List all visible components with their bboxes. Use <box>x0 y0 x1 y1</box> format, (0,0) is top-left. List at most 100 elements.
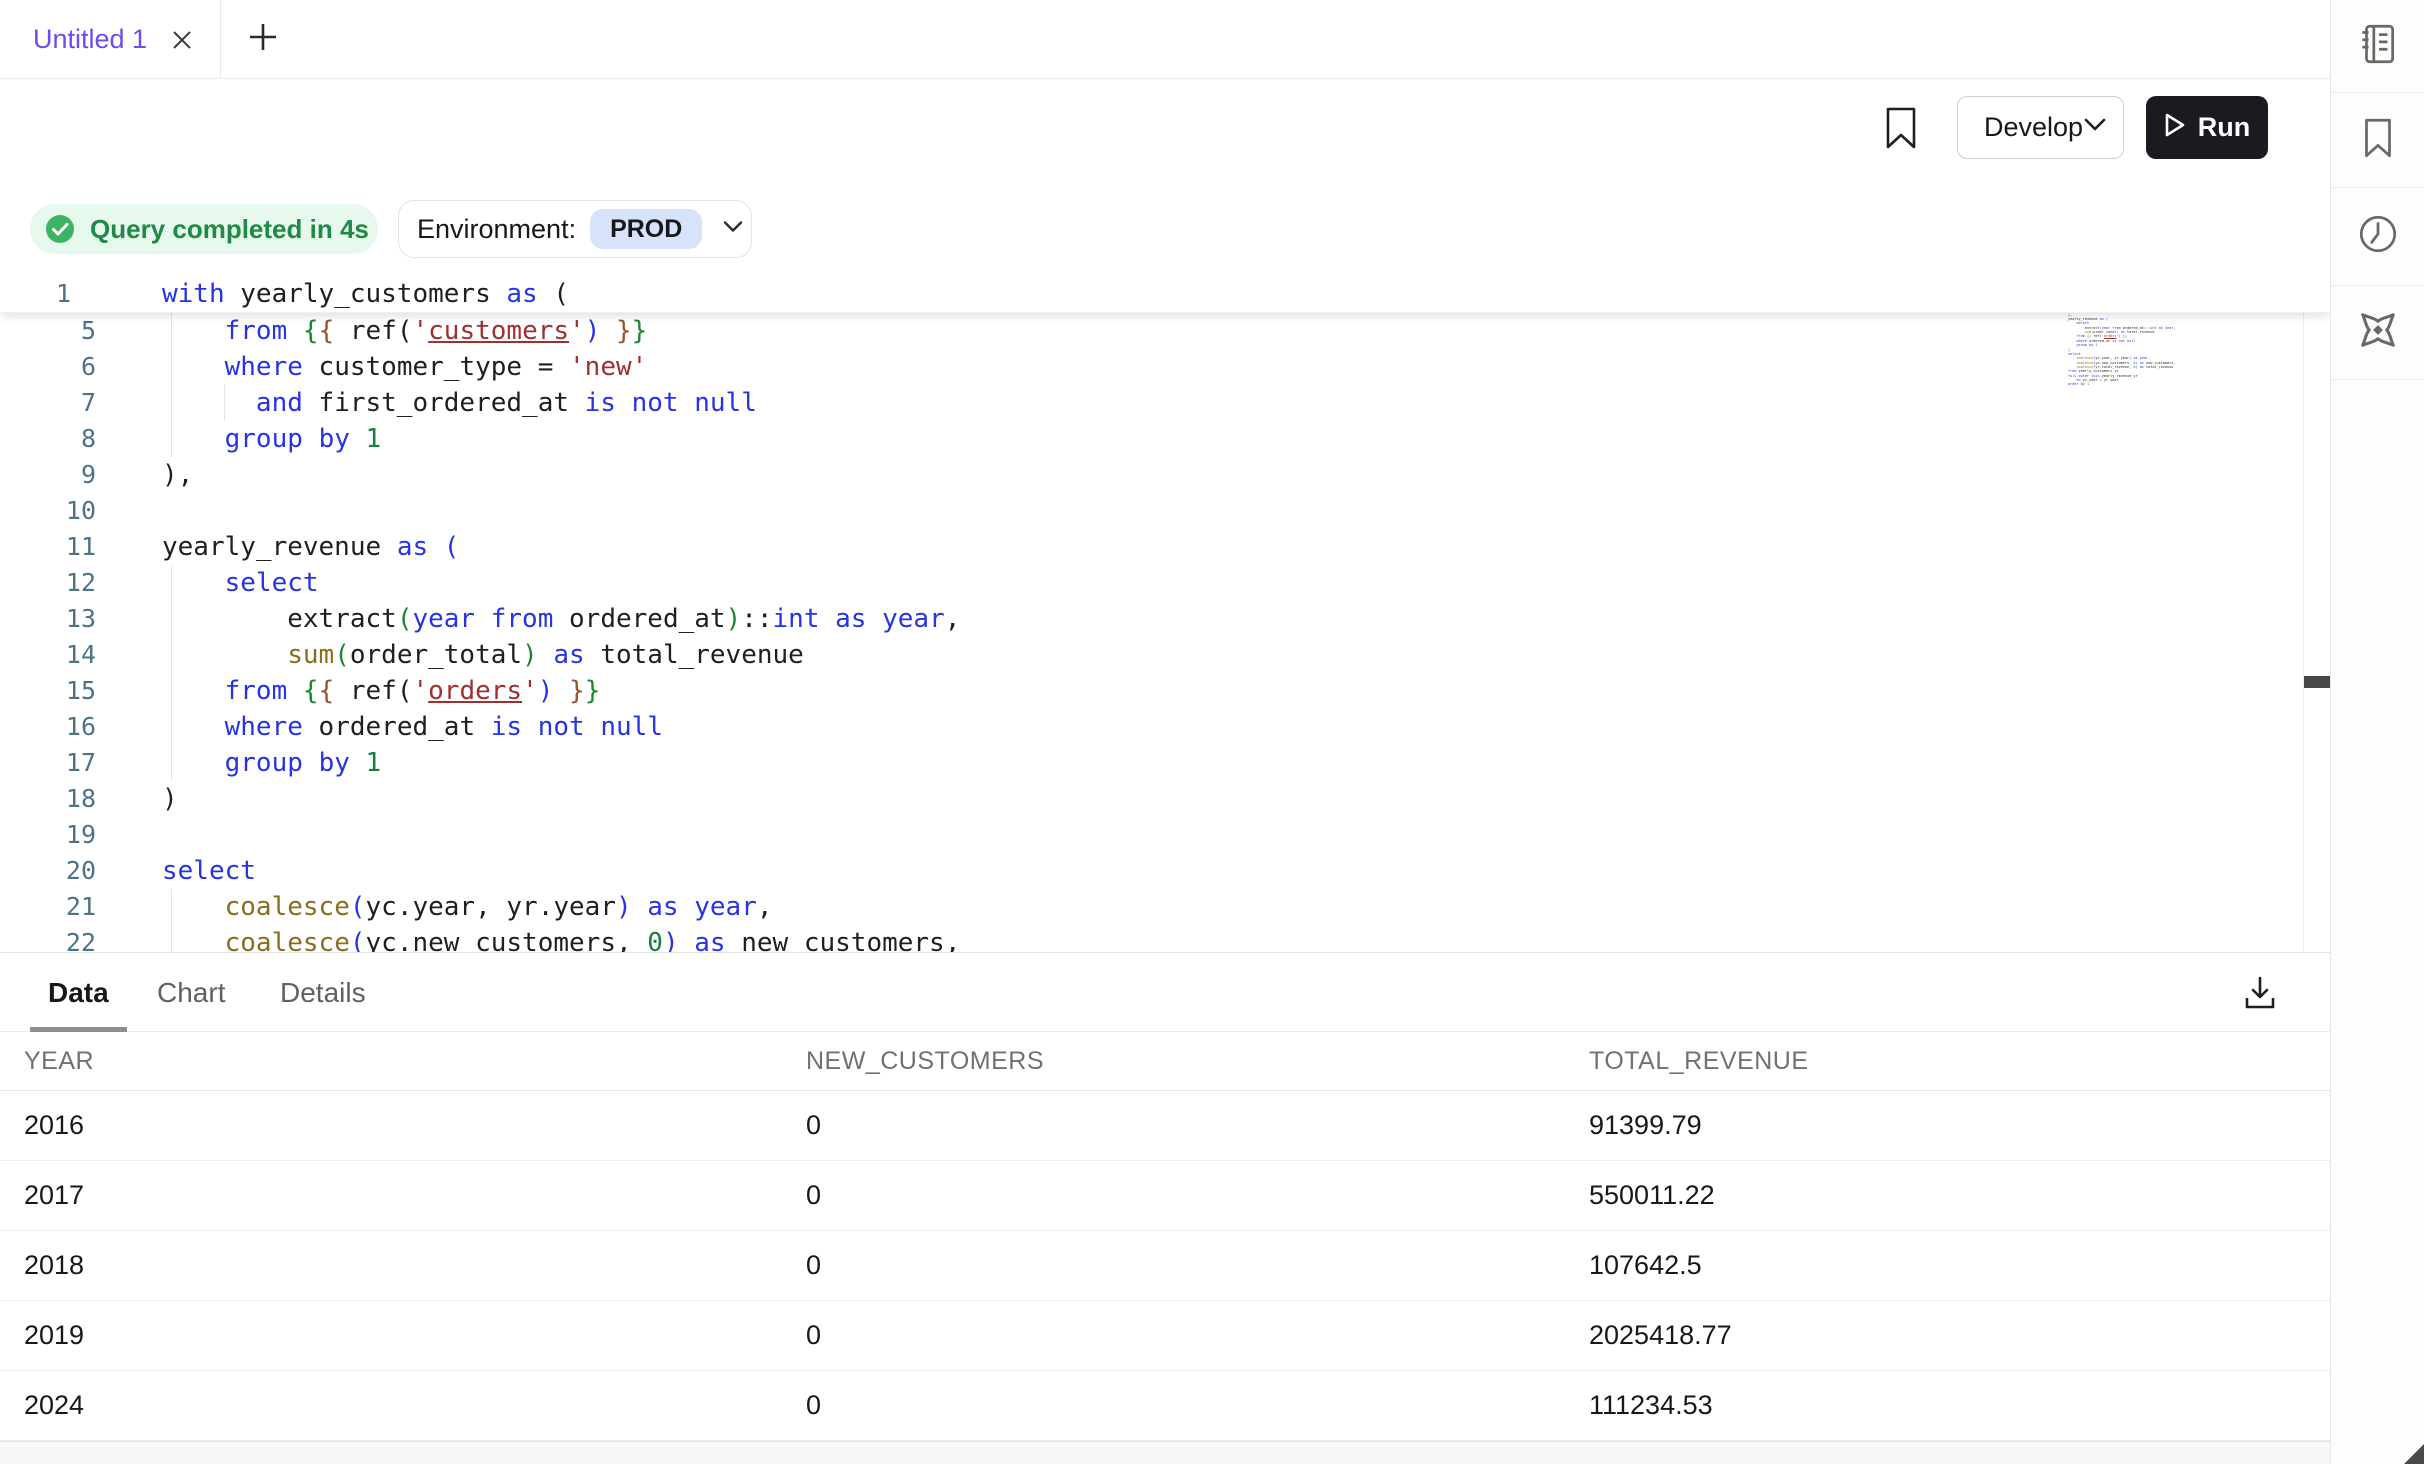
table-cell: 91399.79 <box>1589 1110 2330 1141</box>
line-number: 10 <box>0 493 96 529</box>
close-icon[interactable] <box>170 28 194 52</box>
line-number: 8 <box>0 421 96 457</box>
table-row: 201902025418.77 <box>0 1301 2330 1371</box>
line-number: 11 <box>0 529 96 565</box>
chevron-down-icon <box>2083 117 2107 138</box>
compass-icon <box>2354 306 2402 359</box>
notebook-panel-button[interactable] <box>2331 0 2424 93</box>
line-number: 19 <box>0 817 96 853</box>
download-icon <box>2241 974 2279 1017</box>
environment-value-badge: PROD <box>590 209 702 249</box>
code-line[interactable]: 7 and first_ordered_at is not null <box>0 385 2050 421</box>
code-editor[interactable]: 5 from {{ ref('customers') }}6 where cus… <box>0 276 2330 952</box>
code-line[interactable]: 13 extract(year from ordered_at)::int as… <box>0 601 2050 637</box>
run-button[interactable]: Run <box>2146 96 2268 159</box>
line-number: 17 <box>0 745 96 781</box>
line-number: 16 <box>0 709 96 745</box>
code-line[interactable]: 9), <box>0 457 2050 493</box>
explore-panel-button[interactable] <box>2331 286 2424 380</box>
results-panel: Data Chart Details YEARNEW_CUSTOMERSTOTA… <box>0 952 2330 1464</box>
notebook-icon <box>2355 21 2401 72</box>
column-header[interactable]: TOTAL_REVENUE <box>1589 1047 2330 1076</box>
editor-scrollbar-thumb[interactable] <box>2304 676 2330 688</box>
code-line[interactable]: 20select <box>0 853 2050 889</box>
code-line[interactable]: 6 where customer_type = 'new' <box>0 349 2050 385</box>
bookmark-icon <box>2355 115 2401 166</box>
code-line[interactable]: 5 from {{ ref('customers') }} <box>0 313 2050 349</box>
table-cell: 107642.5 <box>1589 1250 2330 1281</box>
new-tab-button[interactable] <box>233 0 293 79</box>
line-number: 7 <box>0 385 96 421</box>
code-line[interactable]: 21 coalesce(yc.year, yr.year) as year, <box>0 889 2050 925</box>
code-line[interactable]: 16 where ordered_at is not null <box>0 709 2050 745</box>
run-label: Run <box>2198 112 2250 143</box>
tab-details[interactable]: Details <box>280 953 366 1032</box>
code-line[interactable]: 17 group by 1 <box>0 745 2050 781</box>
tab-untitled-1[interactable]: Untitled 1 <box>0 0 221 79</box>
sticky-scroll-line[interactable]: 1 with yearly_customers as ( <box>0 276 2330 313</box>
table-cell: 0 <box>806 1110 1589 1141</box>
environment-label: Environment: <box>417 214 576 245</box>
download-button[interactable] <box>2236 971 2284 1019</box>
code-line[interactable]: 22 coalesce(yc.new_customers, 0) as new_… <box>0 925 2050 952</box>
tab-bar: Untitled 1 <box>0 0 2330 79</box>
column-header[interactable]: NEW_CUSTOMERS <box>806 1047 1589 1076</box>
code-line[interactable]: 19 <box>0 817 2050 853</box>
code-lines[interactable]: 5 from {{ ref('customers') }}6 where cus… <box>0 313 2050 952</box>
line-number: 21 <box>0 889 96 925</box>
plus-icon <box>247 21 279 58</box>
code-line[interactable]: 18) <box>0 781 2050 817</box>
table-row: 20240111234.53 <box>0 1371 2330 1441</box>
app-window: Untitled 1 Develop Run Quer <box>0 0 2424 1464</box>
check-circle-icon <box>44 213 76 245</box>
code-line[interactable]: 10 <box>0 493 2050 529</box>
code-line[interactable]: 15 from {{ ref('orders') }} <box>0 673 2050 709</box>
line-number: 1 <box>56 276 71 312</box>
table-cell: 0 <box>806 1320 1589 1351</box>
table-cell: 2024 <box>24 1390 806 1421</box>
tab-data[interactable]: Data <box>48 953 109 1032</box>
tab-label: Untitled 1 <box>33 24 147 55</box>
table-cell: 2016 <box>24 1110 806 1141</box>
history-panel-button[interactable] <box>2331 188 2424 286</box>
window-resize-grip[interactable] <box>2404 1444 2424 1464</box>
develop-label: Develop <box>1984 112 2083 143</box>
right-icon-rail <box>2330 0 2424 1464</box>
table-row: 2016091399.79 <box>0 1091 2330 1161</box>
line-number: 12 <box>0 565 96 601</box>
environment-value: PROD <box>610 215 682 244</box>
line-number: 9 <box>0 457 96 493</box>
table-row: 20170550011.22 <box>0 1161 2330 1231</box>
table-cell: 2017 <box>24 1180 806 1211</box>
bookmark-button[interactable] <box>1884 106 1920 152</box>
tab-chart[interactable]: Chart <box>157 953 225 1032</box>
line-number: 15 <box>0 673 96 709</box>
table-body: 2016091399.7920170550011.2220180107642.5… <box>0 1091 2330 1441</box>
query-status-text: Query completed in 4s <box>90 214 369 245</box>
line-number: 14 <box>0 637 96 673</box>
code-line[interactable]: 8 group by 1 <box>0 421 2050 457</box>
line-number: 5 <box>0 313 96 349</box>
line-number: 6 <box>0 349 96 385</box>
bookmarks-panel-button[interactable] <box>2331 93 2424 188</box>
code-line[interactable]: 14 sum(order_total) as total_revenue <box>0 637 2050 673</box>
horizontal-scrollbar-track[interactable] <box>0 1441 2330 1464</box>
develop-dropdown[interactable]: Develop <box>1957 96 2124 159</box>
editor-scrollbar-track[interactable] <box>2303 276 2304 952</box>
table-cell: 2025418.77 <box>1589 1320 2330 1351</box>
sticky-code-text: with yearly_customers as ( <box>162 276 569 312</box>
table-cell: 0 <box>806 1390 1589 1421</box>
code-line[interactable]: 12 select <box>0 565 2050 601</box>
history-icon <box>2355 211 2401 262</box>
bookmark-icon <box>1884 137 1918 154</box>
column-header[interactable]: YEAR <box>24 1047 806 1076</box>
table-cell: 2018 <box>24 1250 806 1281</box>
table-cell: 111234.53 <box>1589 1390 2330 1421</box>
play-icon <box>2164 112 2186 143</box>
chevron-down-icon <box>722 220 744 239</box>
code-line[interactable]: 11yearly_revenue as ( <box>0 529 2050 565</box>
environment-selector[interactable]: Environment: PROD <box>398 200 752 258</box>
query-status-badge: Query completed in 4s <box>30 204 378 254</box>
active-tab-indicator <box>30 1027 127 1032</box>
line-number: 13 <box>0 601 96 637</box>
